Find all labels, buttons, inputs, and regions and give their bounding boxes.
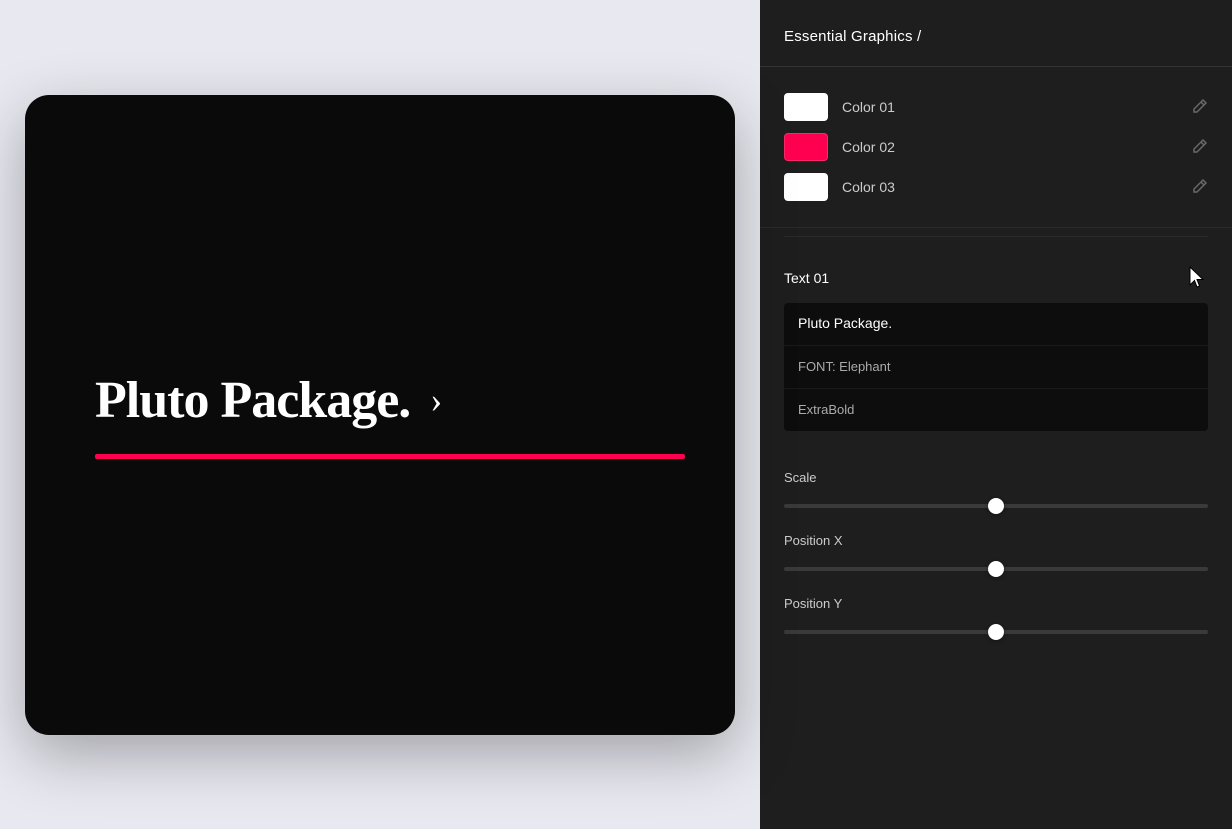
controls-panel: Essential Graphics / Color 01 Color 02 (760, 0, 1232, 829)
preview-text: Pluto Package. › (95, 371, 441, 430)
preview-main-text: Pluto Package. (95, 371, 410, 430)
color-left-01: Color 01 (784, 93, 895, 121)
scale-slider-group: Scale (784, 470, 1208, 513)
text-section: Text 01 Pluto Package. FONT: Elephant Ex… (760, 245, 1232, 454)
preview-card: Pluto Package. › (25, 95, 735, 735)
text-value-row[interactable]: Pluto Package. (784, 303, 1208, 346)
color-label-02: Color 02 (842, 139, 895, 155)
color-row-03: Color 03 (784, 167, 1208, 207)
color-left-03: Color 03 (784, 173, 895, 201)
preview-line (95, 454, 685, 459)
text-input-block: Pluto Package. FONT: Elephant ExtraBold (784, 303, 1208, 431)
text-weight-display: ExtraBold (798, 402, 854, 417)
panel-header: Essential Graphics / (760, 0, 1232, 67)
color-edit-icon-02[interactable] (1192, 138, 1208, 157)
text-value-display: Pluto Package. (798, 315, 892, 331)
text-weight-row[interactable]: ExtraBold (784, 389, 1208, 431)
color-swatch-01[interactable] (784, 93, 828, 121)
color-left-02: Color 02 (784, 133, 895, 161)
position-y-slider-group: Position Y (784, 596, 1208, 639)
color-row-01: Color 01 (784, 87, 1208, 127)
position-y-slider[interactable] (784, 630, 1208, 634)
scale-label: Scale (784, 470, 1208, 485)
sliders-section: Scale Position X Position Y (760, 454, 1232, 675)
color-label-03: Color 03 (842, 179, 895, 195)
preview-arrow: › (430, 379, 441, 421)
position-x-label: Position X (784, 533, 1208, 548)
text-font-row[interactable]: FONT: Elephant (784, 346, 1208, 389)
section-divider (784, 236, 1208, 237)
color-edit-icon-01[interactable] (1192, 98, 1208, 117)
scale-slider[interactable] (784, 504, 1208, 508)
preview-area: Pluto Package. › (0, 0, 760, 829)
cursor-icon (1186, 265, 1208, 291)
color-edit-icon-03[interactable] (1192, 178, 1208, 197)
panel-title: Essential Graphics / (784, 28, 921, 45)
position-x-slider[interactable] (784, 567, 1208, 571)
color-swatch-03[interactable] (784, 173, 828, 201)
color-swatch-02[interactable] (784, 133, 828, 161)
text-font-display: FONT: Elephant (798, 359, 891, 374)
position-y-label: Position Y (784, 596, 1208, 611)
color-label-01: Color 01 (842, 99, 895, 115)
color-row-02: Color 02 (784, 127, 1208, 167)
text-section-header: Text 01 (784, 265, 1208, 291)
colors-section: Color 01 Color 02 (760, 67, 1232, 228)
position-x-slider-group: Position X (784, 533, 1208, 576)
text-section-title: Text 01 (784, 270, 829, 286)
